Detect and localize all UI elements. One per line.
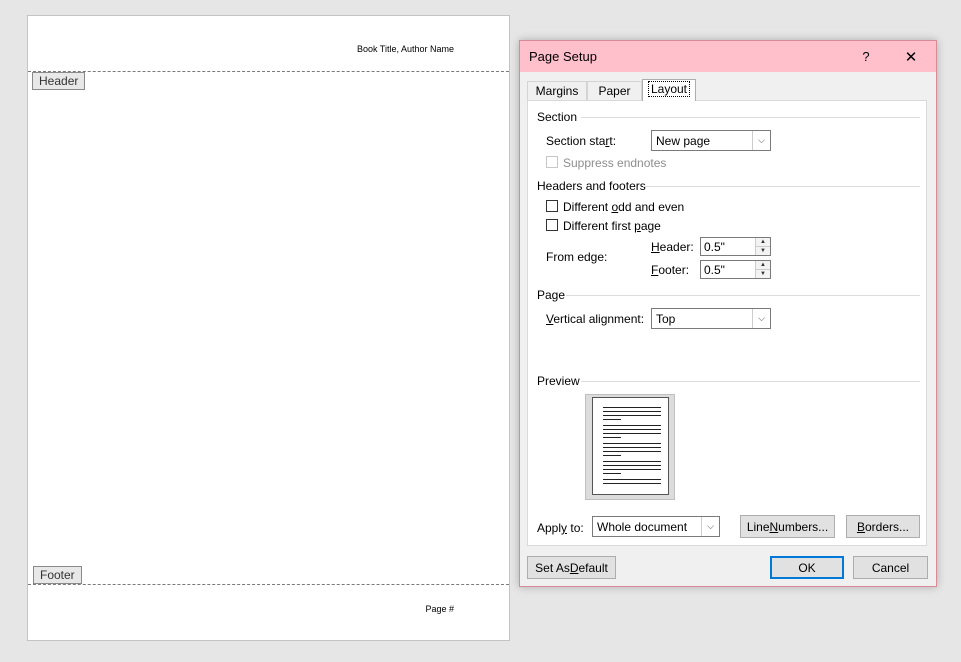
tab-layout-label: Layout (647, 81, 691, 97)
close-icon: ✕ (904, 48, 918, 66)
tab-paper[interactable]: Paper (587, 81, 642, 100)
preview-line (603, 461, 661, 462)
footer-distance-value: 0.5" (704, 263, 725, 277)
headers-footers-divider (643, 186, 920, 187)
page-divider (566, 295, 920, 296)
section-heading: Section (537, 110, 578, 124)
section-start-select[interactable]: New page ⌵ (651, 130, 771, 151)
dialog-title: Page Setup (529, 49, 597, 64)
footer-distance-label: Footer: (651, 263, 690, 277)
preview-line (603, 415, 661, 416)
vertical-alignment-value: Top (656, 312, 676, 326)
tab-layout[interactable]: Layout (642, 79, 696, 101)
section-divider (581, 117, 920, 118)
footer-boundary (28, 584, 509, 585)
preview-line (603, 479, 661, 480)
preview-thumbnail (585, 394, 675, 500)
first-page-checkbox[interactable] (546, 219, 558, 231)
spin-down-icon[interactable]: ▼ (756, 270, 770, 278)
help-button[interactable]: ? (846, 41, 886, 72)
header-distance-value: 0.5" (704, 240, 725, 254)
spin-down-icon[interactable]: ▼ (756, 247, 770, 255)
section-start-value: New page (656, 134, 711, 148)
ok-button[interactable]: OK (770, 556, 844, 579)
cancel-button[interactable]: Cancel (853, 556, 928, 579)
preview-line (603, 419, 621, 420)
preview-line (603, 411, 661, 412)
preview-line (603, 469, 661, 470)
chevron-down-icon: ⌵ (752, 131, 770, 150)
layout-panel: Section Section start: New page ⌵ Suppre… (527, 100, 927, 546)
preview-line (603, 437, 621, 438)
preview-heading: Preview (537, 374, 580, 388)
line-numbers-button[interactable]: Line Numbers... (740, 515, 835, 538)
suppress-endnotes-label: Suppress endnotes (563, 156, 667, 170)
apply-to-value: Whole document (597, 520, 688, 534)
header-text[interactable]: Book Title, Author Name (357, 44, 454, 54)
preview-page-icon (592, 397, 669, 495)
dialog-titlebar[interactable]: Page Setup ? ✕ (520, 41, 936, 72)
footer-distance-spinner[interactable]: 0.5" ▲ ▼ (700, 260, 771, 279)
preview-line (603, 455, 621, 456)
preview-line (603, 443, 661, 444)
header-tag: Header (32, 72, 86, 90)
set-as-default-button[interactable]: Set As Default (527, 556, 616, 579)
apply-to-label: Apply to: (537, 521, 584, 535)
close-button[interactable]: ✕ (891, 41, 931, 72)
spinner-buttons: ▲ ▼ (755, 261, 770, 278)
preview-line (603, 465, 661, 466)
preview-line (603, 473, 621, 474)
odd-even-checkbox[interactable] (546, 200, 558, 212)
from-edge-label: From edge: (546, 250, 608, 264)
spin-up-icon[interactable]: ▲ (756, 238, 770, 247)
spin-up-icon[interactable]: ▲ (756, 261, 770, 270)
document-page[interactable]: Book Title, Author Name Header Footer Pa… (27, 15, 510, 641)
header-distance-spinner[interactable]: 0.5" ▲ ▼ (700, 237, 771, 256)
tab-margins[interactable]: Margins (527, 81, 587, 100)
chevron-down-icon: ⌵ (752, 309, 770, 328)
first-page-label: Different first page (563, 219, 661, 233)
page-setup-dialog: Page Setup ? ✕ Margins Paper Layout Sect… (519, 40, 937, 587)
spinner-buttons: ▲ ▼ (755, 238, 770, 255)
preview-line (603, 425, 661, 426)
chevron-down-icon: ⌵ (701, 517, 719, 536)
preview-line (603, 429, 661, 430)
header-boundary (28, 71, 509, 72)
apply-to-select[interactable]: Whole document ⌵ (592, 516, 720, 537)
preview-line (603, 451, 661, 452)
headers-footers-heading: Headers and footers (537, 179, 646, 193)
vertical-alignment-select[interactable]: Top ⌵ (651, 308, 771, 329)
odd-even-label: Different odd and even (563, 200, 685, 214)
preview-line (603, 433, 661, 434)
section-start-label: Section start: (546, 134, 617, 148)
page-heading: Page (537, 288, 566, 302)
vertical-alignment-label: Vertical alignment: (546, 312, 645, 326)
preview-line (603, 447, 661, 448)
suppress-endnotes-checkbox[interactable] (546, 156, 558, 168)
preview-divider (581, 381, 920, 382)
header-distance-label: Header: (651, 240, 694, 254)
preview-line (603, 407, 661, 408)
borders-button[interactable]: Borders... (846, 515, 920, 538)
footer-tag: Footer (33, 566, 82, 584)
preview-line (603, 483, 661, 484)
footer-text[interactable]: Page # (425, 604, 454, 614)
